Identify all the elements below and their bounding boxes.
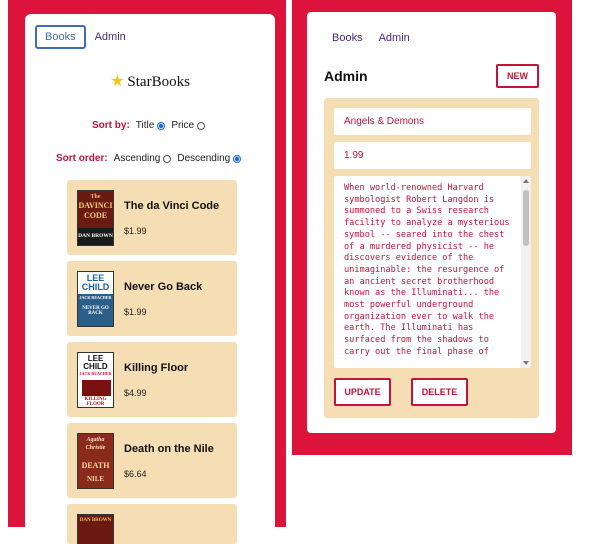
- cover-text: DEATH: [81, 460, 110, 470]
- book-card[interactable]: LEE CHILD JACK REACHER NEVER GO BACK Nev…: [67, 261, 237, 336]
- nav-admin-link[interactable]: Admin: [85, 26, 135, 48]
- sort-by-title-option[interactable]: Title: [136, 120, 166, 131]
- book-price: $1.99: [124, 225, 147, 236]
- sort-by-label: Sort by:: [92, 120, 130, 131]
- sort-order-ascending-option[interactable]: Ascending: [114, 153, 172, 164]
- book-cover-image: LEE CHILD JACK REACHER NEVER GO BACK: [77, 270, 114, 327]
- star-icon: ★: [110, 73, 125, 90]
- cover-band: [82, 379, 111, 396]
- nav-books-link[interactable]: Books: [324, 29, 371, 47]
- update-button[interactable]: UPDATE: [334, 378, 391, 406]
- book-cover-image: Agatha Christie DEATH NILE: [77, 432, 114, 489]
- sort-order-row: Sort order: Ascending Descending: [56, 153, 247, 164]
- sort-order-descending-radio[interactable]: [233, 154, 242, 163]
- delete-button[interactable]: DELETE: [411, 378, 468, 406]
- sort-order-ascending-radio[interactable]: [163, 154, 172, 163]
- book-price: $1.99: [124, 306, 147, 317]
- cover-text: Christie: [85, 444, 106, 451]
- sort-by-price-option[interactable]: Price: [171, 120, 206, 131]
- cover-text: NILE: [86, 474, 105, 483]
- sort-order-ascending-label: Ascending: [113, 153, 161, 164]
- sort-order-descending-option[interactable]: Descending: [177, 153, 242, 164]
- scroll-up-icon[interactable]: [523, 179, 529, 183]
- sort-by-title-radio[interactable]: [157, 121, 166, 130]
- cover-text: The: [90, 193, 101, 200]
- book-cover-image: The DAVINCI CODE DAN BROWN: [77, 189, 114, 246]
- scroll-down-icon[interactable]: [523, 361, 529, 365]
- nav-books-link[interactable]: Books: [35, 25, 86, 49]
- scrollbar-thumb[interactable]: [523, 190, 529, 246]
- sort-by-title-label: Title: [135, 120, 155, 131]
- book-card[interactable]: The DAVINCI CODE DAN BROWN The da Vinci …: [67, 180, 237, 255]
- cover-text: JACK REACHER: [79, 370, 112, 376]
- nav-admin-link[interactable]: Admin: [370, 29, 418, 47]
- book-card[interactable]: LEE CHILD JACK REACHER KILLING FLOOR Kil…: [67, 342, 237, 417]
- cover-text: CHILD: [83, 361, 108, 371]
- book-cover-image: DAN BROWN: [77, 514, 114, 544]
- book-price: $4.99: [124, 387, 147, 398]
- left-frame: Books Admin ★ StarBooks Sort by: Title Pr…: [8, 0, 286, 544]
- title-input[interactable]: [334, 108, 531, 135]
- description-scrollbar[interactable]: [521, 176, 531, 368]
- book-card[interactable]: DAN BROWN: [67, 504, 237, 544]
- sort-by-price-radio[interactable]: [197, 121, 206, 130]
- cover-text: Agatha: [86, 436, 105, 443]
- price-input[interactable]: [334, 142, 531, 169]
- book-title: Never Go Back: [124, 280, 203, 293]
- storefront-card: Books Admin ★ StarBooks Sort by: Title Pr…: [25, 14, 275, 544]
- cover-text: NEVER GO BACK: [82, 305, 109, 316]
- right-frame: Books Admin Admin NEW When world-renowne…: [292, 0, 572, 455]
- sort-by-price-label: Price: [171, 120, 195, 131]
- cover-text: CHILD: [81, 281, 110, 292]
- description-text: When world-renowned Harvard symbologist …: [344, 183, 510, 357]
- sort-order-descending-label: Descending: [177, 153, 231, 164]
- book-edit-form: When world-renowned Harvard symbologist …: [324, 98, 539, 418]
- cover-text: KILLING FLOOR: [84, 396, 107, 407]
- top-nav: Books Admin: [324, 29, 418, 47]
- admin-card: Books Admin Admin NEW When world-renowne…: [307, 12, 556, 433]
- sort-by-row: Sort by: Title Price: [92, 120, 211, 131]
- new-button[interactable]: NEW: [496, 64, 539, 88]
- book-cover-image: LEE CHILD JACK REACHER KILLING FLOOR: [77, 351, 114, 408]
- cover-text: DAN BROWN: [78, 232, 113, 239]
- book-title: Death on the Nile: [124, 442, 214, 455]
- brand-logo: ★ StarBooks: [25, 71, 275, 91]
- top-nav: Books Admin: [35, 25, 135, 49]
- description-textarea[interactable]: When world-renowned Harvard symbologist …: [334, 176, 531, 368]
- book-card[interactable]: Agatha Christie DEATH NILE Death on the …: [67, 423, 237, 498]
- page-title: Admin: [324, 68, 368, 84]
- book-title: The da Vinci Code: [124, 199, 220, 212]
- cover-text: JACK REACHER: [79, 294, 112, 300]
- brand-name: StarBooks: [127, 74, 190, 90]
- sort-order-label: Sort order:: [56, 153, 108, 164]
- cover-text: DAN BROWN: [79, 518, 112, 523]
- book-price: $6.64: [124, 468, 147, 479]
- cover-text: DAVINCI: [78, 200, 113, 210]
- cover-text: CODE: [83, 210, 108, 220]
- book-title: Killing Floor: [124, 361, 189, 374]
